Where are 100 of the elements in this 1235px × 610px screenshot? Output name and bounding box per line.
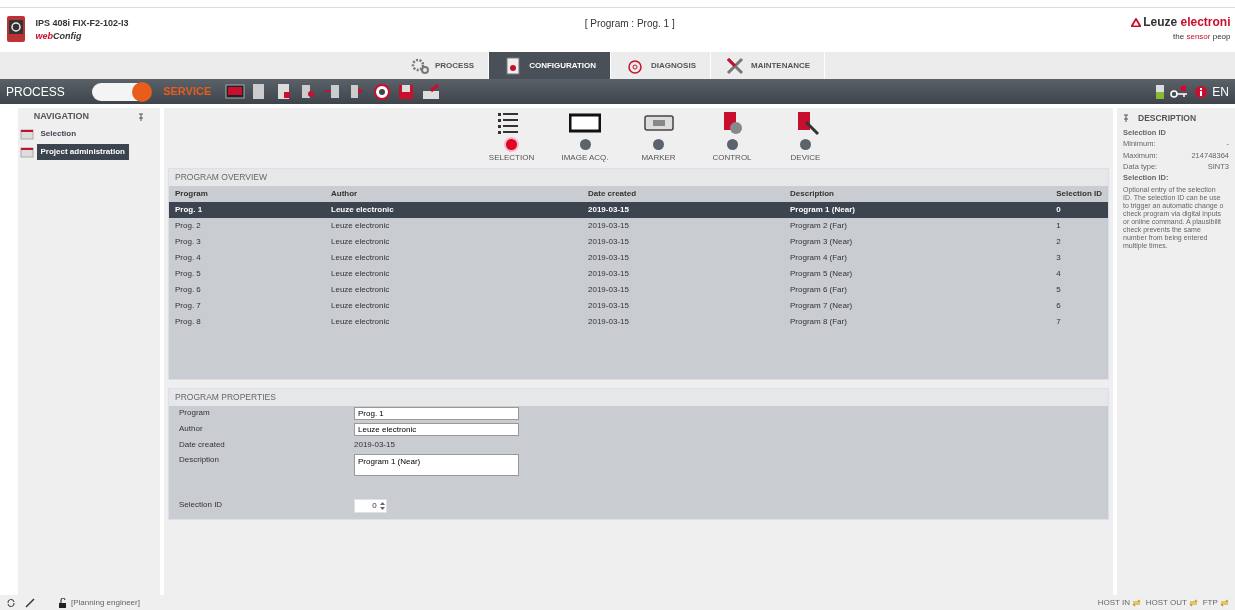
column-header: Program <box>169 186 325 202</box>
app-name: webConfig <box>35 30 83 43</box>
info-icon[interactable] <box>1193 84 1208 99</box>
main-tab[interactable]: CONFIGURATION <box>489 52 612 79</box>
folder-icon <box>20 128 35 140</box>
brand-logo: Leuze electroni <box>1143 14 1231 31</box>
table-cell[interactable]: 5 <box>1050 282 1108 298</box>
step-dot[interactable] <box>506 138 517 150</box>
mode-switch[interactable] <box>91 82 150 101</box>
eraser-icon[interactable] <box>420 81 441 102</box>
table-cell[interactable]: Leuze electronic <box>325 314 582 330</box>
table-cell[interactable]: Prog. 4 <box>169 250 325 266</box>
panel-title: PROGRAM PROPERTIES <box>169 389 1108 406</box>
step-label[interactable]: DEVICE <box>790 151 821 164</box>
table-cell[interactable]: Program 4 (Far) <box>784 250 1051 266</box>
table-cell[interactable]: Program 1 (Near) <box>784 202 1051 218</box>
pencil-icon[interactable] <box>25 597 35 608</box>
table-cell[interactable]: 2019-03-15 <box>582 282 784 298</box>
navigation-item[interactable]: Project administration <box>36 144 129 161</box>
field-label: Description <box>178 454 220 466</box>
user-role: [Planning engineer] <box>71 596 140 609</box>
navigation-item[interactable]: Selection <box>36 126 81 142</box>
table-cell[interactable]: Prog. 6 <box>169 282 325 298</box>
power-icon[interactable] <box>371 81 392 102</box>
table-cell[interactable]: 2019-03-15 <box>582 250 784 266</box>
mode-label: PROCESS <box>6 83 65 101</box>
table-cell[interactable]: 0 <box>1050 202 1108 218</box>
table-cell[interactable]: 2019-03-15 <box>582 234 784 250</box>
table-cell[interactable]: Program 7 (Near) <box>784 298 1051 314</box>
table-cell[interactable]: Leuze electronic <box>325 218 582 234</box>
table-cell[interactable]: Leuze electronic <box>325 250 582 266</box>
mode-label: SERVICE <box>163 84 212 100</box>
language-selector[interactable]: EN <box>1212 82 1229 101</box>
field-label: Date created <box>178 439 226 451</box>
step-dot[interactable] <box>653 138 664 150</box>
monitor-icon[interactable] <box>224 81 245 102</box>
table-cell[interactable]: Leuze electronic <box>325 202 582 218</box>
table-cell[interactable]: Leuze electronic <box>325 234 582 250</box>
table-cell[interactable]: 2019-03-15 <box>582 218 784 234</box>
step-dot[interactable] <box>579 138 591 150</box>
step-label[interactable]: CONTROL <box>712 151 752 164</box>
transfer-arrows-icon <box>1220 598 1229 607</box>
tagline: the sensor peop <box>1172 31 1231 43</box>
navigation-title: NAVIGATION <box>33 110 89 124</box>
table-cell[interactable]: Prog. 2 <box>169 218 325 234</box>
table-cell[interactable]: Program 6 (Far) <box>784 282 1051 298</box>
device-name: IPS 408i FIX-F2-102-I3 <box>35 16 129 30</box>
status-indicator: HOST OUT <box>1145 596 1187 609</box>
column-header: Date created <box>582 186 784 202</box>
key-icon[interactable] <box>1169 84 1190 99</box>
table-cell[interactable]: Program 8 (Far) <box>784 314 1051 330</box>
table-cell[interactable]: Program 3 (Near) <box>784 234 1051 250</box>
table-cell[interactable]: Prog. 7 <box>169 298 325 314</box>
table-cell[interactable]: 2 <box>1050 234 1108 250</box>
table-cell[interactable]: 2019-03-15 <box>582 202 784 218</box>
step-label[interactable]: IMAGE ACQ. <box>561 151 609 164</box>
table-cell[interactable]: Program 5 (Near) <box>784 266 1051 282</box>
column-header: Description <box>784 186 1051 202</box>
program-title: [ Program : Prog. 1 ] <box>583 16 676 31</box>
input-field[interactable]: Leuze electronic <box>354 423 519 436</box>
table-cell[interactable]: 4 <box>1050 266 1108 282</box>
field-label: Author <box>178 423 204 435</box>
table-cell[interactable]: 2019-03-15 <box>582 298 784 314</box>
text-area[interactable]: Program 1 (Near) <box>354 454 519 476</box>
transfer-arrows-icon <box>1189 598 1199 607</box>
table-cell[interactable]: Prog. 1 <box>169 202 325 218</box>
refresh-icon[interactable] <box>6 597 16 608</box>
triangle-logo-icon <box>1130 17 1141 27</box>
input-field[interactable]: Prog. 1 <box>354 407 519 420</box>
panel-title: PROGRAM OVERVIEW <box>169 169 1108 186</box>
table-cell[interactable]: 2019-03-15 <box>582 314 784 330</box>
step-dot[interactable] <box>726 138 738 150</box>
field-label: Program <box>178 407 211 419</box>
folder-icon <box>20 146 35 159</box>
field-label: Selection ID <box>178 499 224 511</box>
status-indicator: FTP <box>1202 596 1218 609</box>
table-cell[interactable]: 1 <box>1050 218 1108 234</box>
table-cell[interactable]: 6 <box>1050 298 1108 314</box>
table-cell[interactable]: Leuze electronic <box>325 282 582 298</box>
step-dot[interactable] <box>800 138 811 150</box>
table-cell[interactable]: Leuze electronic <box>325 266 582 282</box>
table-cell[interactable]: 2019-03-15 <box>582 266 784 282</box>
step-label[interactable]: MARKER <box>641 151 676 164</box>
pin-icon[interactable] <box>138 112 145 122</box>
spinner-arrows-icon[interactable] <box>379 500 386 512</box>
column-header: Author <box>325 186 582 202</box>
pin-icon[interactable] <box>1123 113 1129 123</box>
table-cell[interactable]: 3 <box>1050 250 1108 266</box>
battery-icon[interactable] <box>1154 83 1165 100</box>
table-cell[interactable]: Prog. 8 <box>169 314 325 330</box>
padlock-icon[interactable] <box>57 597 67 608</box>
table-cell[interactable]: Leuze electronic <box>325 298 582 314</box>
transfer-arrows-icon <box>1132 598 1142 607</box>
field-value: 2019-03-15 <box>354 439 395 451</box>
table-cell[interactable]: Program 2 (Far) <box>784 218 1051 234</box>
table-cell[interactable]: 7 <box>1050 314 1108 330</box>
step-label[interactable]: SELECTION <box>488 151 535 164</box>
table-cell[interactable]: Prog. 3 <box>169 234 325 250</box>
number-spinner[interactable]: 0 <box>354 499 387 513</box>
table-cell[interactable]: Prog. 5 <box>169 266 325 282</box>
